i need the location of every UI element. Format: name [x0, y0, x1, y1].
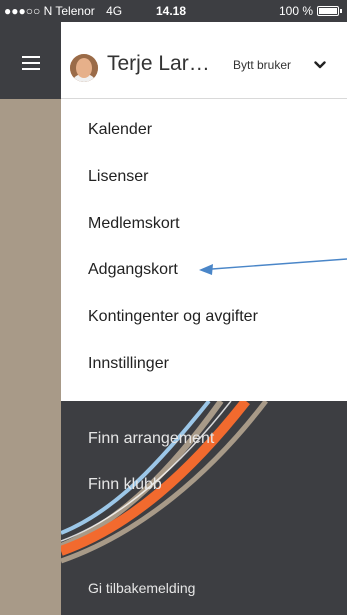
avatar[interactable] [70, 54, 98, 82]
network-type: 4G [106, 4, 123, 18]
status-bar: ●●●○○ N Telenor 4G 14.18 100 % [0, 0, 347, 22]
drawer-header: Terje Lar… Bytt bruker [61, 22, 347, 99]
chevron-down-icon[interactable] [314, 59, 326, 71]
user-name[interactable]: Terje Lar… [107, 52, 210, 76]
finn-arrangement-link[interactable]: Finn arrangement [88, 430, 214, 448]
feedback-link[interactable]: Gi tilbakemelding [88, 580, 195, 596]
background-app-rail[interactable] [0, 22, 61, 615]
rail-header [0, 22, 61, 99]
menu-item-adgangskort[interactable]: Adgangskort [88, 261, 178, 279]
battery-percent: 100 % [278, 4, 313, 18]
switch-user-button[interactable]: Bytt bruker [233, 58, 291, 72]
menu-item-kontingenter[interactable]: Kontingenter og avgifter [88, 308, 258, 326]
drawer-footer: Finn arrangement Finn klubb Gi tilbakeme… [61, 401, 347, 615]
signal-strength: ●●●○○ [4, 4, 41, 18]
clock: 14.18 [156, 4, 187, 18]
battery-tip [340, 9, 342, 13]
menu-item-innstillinger[interactable]: Innstillinger [88, 355, 169, 373]
drawer-menu: Kalender Lisenser Medlemskort Adgangskor… [61, 99, 347, 401]
hamburger-menu-icon[interactable] [22, 56, 40, 70]
carrier-info: ●●●○○ N Telenor 4G [4, 0, 122, 22]
battery-icon [317, 6, 339, 16]
finn-klubb-link[interactable]: Finn klubb [88, 476, 162, 494]
menu-item-kalender[interactable]: Kalender [88, 121, 152, 139]
menu-item-medlemskort[interactable]: Medlemskort [88, 215, 180, 233]
menu-item-lisenser[interactable]: Lisenser [88, 168, 148, 186]
carrier-name: N Telenor [43, 4, 95, 18]
